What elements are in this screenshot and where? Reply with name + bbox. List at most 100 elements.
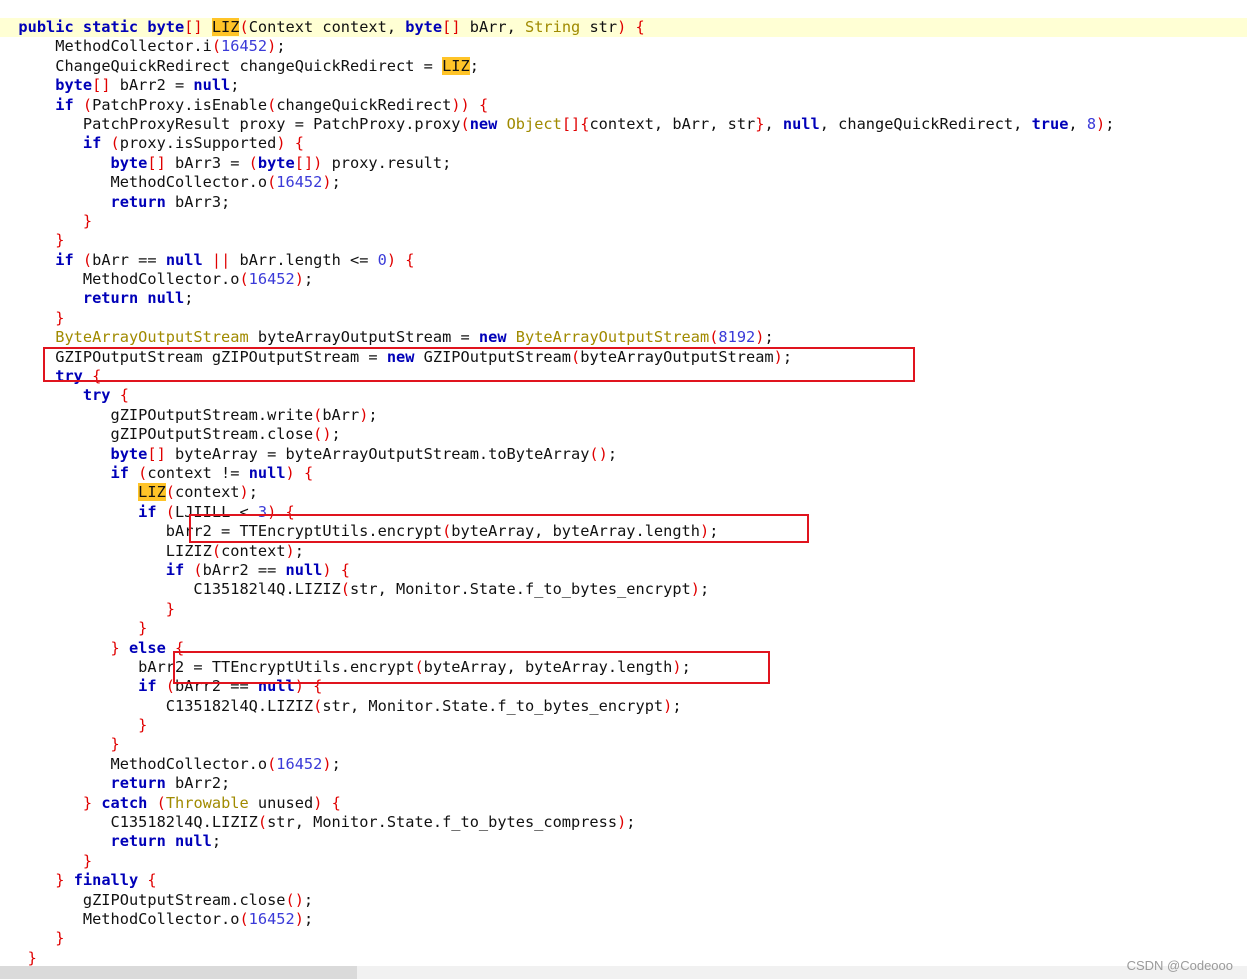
scrollbar-thumb[interactable] [0,966,357,979]
code-token: } [165,599,175,618]
code-line: public static byte[] LIZ(Context context… [0,18,1247,38]
code-token: ) [617,813,627,832]
code-token: str, Monitor.State.f_to_bytes_encrypt [349,580,691,599]
code-line: MethodCollector.o(16452); [0,270,1247,289]
code-token: { [303,677,323,696]
code-line: ByteArrayOutputStream byteArrayOutputStr… [0,328,1247,347]
code-line: if (proxy.isSupported) { [0,134,1247,153]
code-token: proxy.isSupported [119,134,277,153]
code-token: ( [165,502,176,521]
code-token: context, bArr, str [589,114,756,133]
code-token: byte [110,153,148,172]
code-line: if (context != null) { [0,464,1247,483]
code-line: } [0,600,1247,619]
code-line: } catch (Throwable unused) { [0,794,1247,813]
code-token: 16452 [276,754,323,773]
code-line: C135182l4Q.LIZIZ(str, Monitor.State.f_to… [0,580,1247,599]
code-line: MethodCollector.o(16452); [0,755,1247,774]
code-token: new [478,328,507,347]
code-line: try { [0,386,1247,405]
code-line: } [0,929,1247,948]
code-token: ; [626,813,636,832]
code-token: MethodCollector.i [55,37,212,56]
code-token: Object [506,114,562,133]
code-line: if (LJIILL < 3) { [0,503,1247,522]
code-token: ; [331,425,341,444]
code-token: ( [239,909,249,928]
code-token: ; [607,444,618,463]
code-token: ) [285,463,295,482]
code-token: { [396,250,415,269]
code-token: ( [165,677,176,696]
code-token: []) [294,153,323,172]
code-token: , [1068,114,1087,133]
code-token: ) [672,657,682,676]
code-token: { [626,18,645,36]
code-token: } [55,308,65,327]
code-token: ; [276,37,286,56]
code-token: ; [709,522,719,541]
code-token: ; [782,347,793,366]
code-token: byteArrayOutputStream [580,347,774,366]
code-token: { [331,560,351,579]
code-token: str, Monitor.State.f_to_bytes_compress [267,813,618,832]
code-line: } [0,852,1247,871]
code-token: ( [138,463,148,482]
code-token: MethodCollector.o [110,754,268,773]
code-token: } [82,211,93,230]
code-token: null [248,463,286,482]
code-token: LIZ [211,18,240,36]
code-token: ) [451,95,461,114]
code-token: ( [82,250,93,269]
code-token: if [82,134,102,153]
code-token: } [138,619,148,638]
code-line: GZIPOutputStream gZIPOutputStream = new … [0,348,1247,367]
code-token: LIZIZ [165,541,212,560]
code-line: byte[] bArr3 = (byte[]) proxy.result; [0,154,1247,173]
horizontal-scrollbar[interactable] [0,966,1247,979]
code-line: } [0,231,1247,250]
code-token: 16452 [276,173,323,192]
code-line: MethodCollector.o(16452); [0,910,1247,929]
code-token: ) [322,754,332,773]
code-line: return null; [0,832,1247,851]
code-token: } [110,735,120,754]
code-token: byte [257,153,295,172]
code-token: try [82,386,111,405]
code-token: C135182l4Q.LIZIZ [110,813,258,832]
code-token: { [276,502,295,521]
code-line: C135182l4Q.LIZIZ(str, Monitor.State.f_to… [0,697,1247,716]
code-token: ChangeQuickRedirect changeQuickRedirect … [55,56,443,75]
code-token: { [165,638,185,657]
code-token: [] [147,153,166,172]
code-token: context != [147,463,249,482]
code-token: ( [257,813,268,832]
code-token: { [322,793,341,812]
code-token: public static [18,18,148,36]
code-token: ; [303,270,314,289]
code-token: GZIPOutputStream [414,347,572,366]
code-token: 16452 [248,270,295,289]
code-token: context [175,483,240,502]
code-token: ( [414,657,424,676]
code-token: PatchProxy.isEnable [92,95,268,114]
code-token: ( [211,541,222,560]
